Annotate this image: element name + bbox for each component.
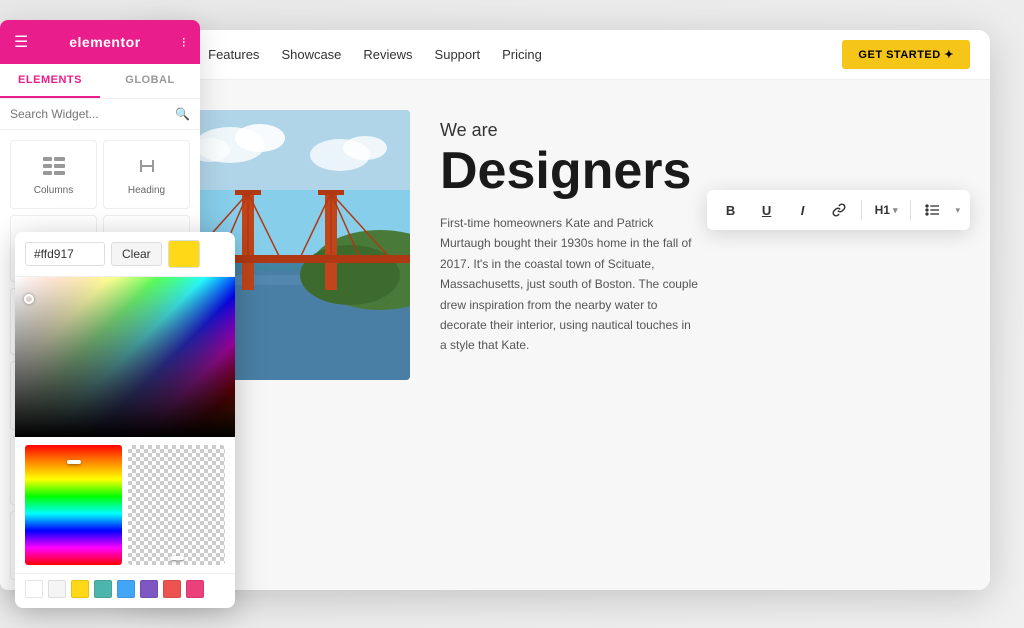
tab-elements[interactable]: ELEMENTS <box>0 64 100 98</box>
swatch-red[interactable] <box>163 580 181 598</box>
hamburger-icon[interactable]: ☰ <box>14 32 28 52</box>
color-gradient[interactable] <box>15 277 235 437</box>
underline-button[interactable]: U <box>753 196 781 224</box>
tab-global[interactable]: GLOBAL <box>100 64 200 98</box>
alpha-slider[interactable] <box>128 445 225 565</box>
heading-dropdown[interactable]: H1 ▾ <box>870 201 903 219</box>
toolbar-divider <box>861 200 862 220</box>
swatch-teal[interactable] <box>94 580 112 598</box>
browser-window: Home Features Showcase Reviews Support P… <box>130 30 990 590</box>
search-icon: 🔍 <box>175 107 190 121</box>
sidebar-tabs: ELEMENTS GLOBAL <box>0 64 200 99</box>
elementor-logo: elementor <box>69 34 140 50</box>
nav-link-features[interactable]: Features <box>208 43 259 66</box>
color-picker-panel: Clear <box>15 232 235 608</box>
swatch-light-gray[interactable] <box>48 580 66 598</box>
italic-button[interactable]: I <box>789 196 817 224</box>
sidebar-header: ☰ elementor ⁝ <box>0 20 200 64</box>
nav-link-support[interactable]: Support <box>435 43 481 66</box>
text-formatting-toolbar: B U I H1 ▾ <box>707 190 970 230</box>
hero-text: We are Designers First-time homeowners K… <box>440 110 950 356</box>
hero-description: First-time homeowners Kate and Patrick M… <box>440 213 700 356</box>
search-input[interactable] <box>10 107 169 121</box>
content-area: We are Designers First-time homeowners K… <box>130 80 990 590</box>
alpha-cursor <box>170 556 184 560</box>
link-button[interactable] <box>825 196 853 224</box>
swatch-pink[interactable] <box>186 580 204 598</box>
swatch-purple[interactable] <box>140 580 158 598</box>
nav-link-showcase[interactable]: Showcase <box>281 43 341 66</box>
swatch-yellow[interactable] <box>71 580 89 598</box>
hue-cursor <box>67 460 81 464</box>
color-picker-top: Clear <box>15 232 235 277</box>
columns-label: Columns <box>34 185 73 196</box>
list-button[interactable] <box>919 196 947 224</box>
widget-columns[interactable]: Columns <box>10 140 97 209</box>
color-preview[interactable] <box>168 240 200 268</box>
swatch-blue[interactable] <box>117 580 135 598</box>
gradient-black <box>15 277 235 437</box>
search-bar: 🔍 <box>0 99 200 130</box>
heading-icon <box>138 157 156 180</box>
hero-subtitle: We are <box>440 120 950 141</box>
widget-heading[interactable]: Heading <box>103 140 190 209</box>
hex-input[interactable] <box>25 242 105 266</box>
nav-link-pricing[interactable]: Pricing <box>502 43 542 66</box>
navigation-bar: Home Features Showcase Reviews Support P… <box>130 30 990 80</box>
swatch-white[interactable] <box>25 580 43 598</box>
nav-links: Home Features Showcase Reviews Support P… <box>150 43 812 66</box>
color-picker-cursor <box>24 294 34 304</box>
clear-button[interactable]: Clear <box>111 242 162 266</box>
heading-label: Heading <box>128 185 165 196</box>
color-sliders <box>15 437 235 573</box>
get-started-button[interactable]: GET STARTED ✦ <box>842 40 970 69</box>
page-content: We are Designers First-time homeowners K… <box>130 80 990 590</box>
toolbar-divider-2 <box>910 200 911 220</box>
hue-slider[interactable] <box>25 445 122 565</box>
nav-link-reviews[interactable]: Reviews <box>363 43 412 66</box>
bold-button[interactable]: B <box>717 196 745 224</box>
color-swatches <box>15 573 235 608</box>
grid-icon[interactable]: ⁝ <box>182 34 186 51</box>
columns-icon <box>43 157 65 180</box>
